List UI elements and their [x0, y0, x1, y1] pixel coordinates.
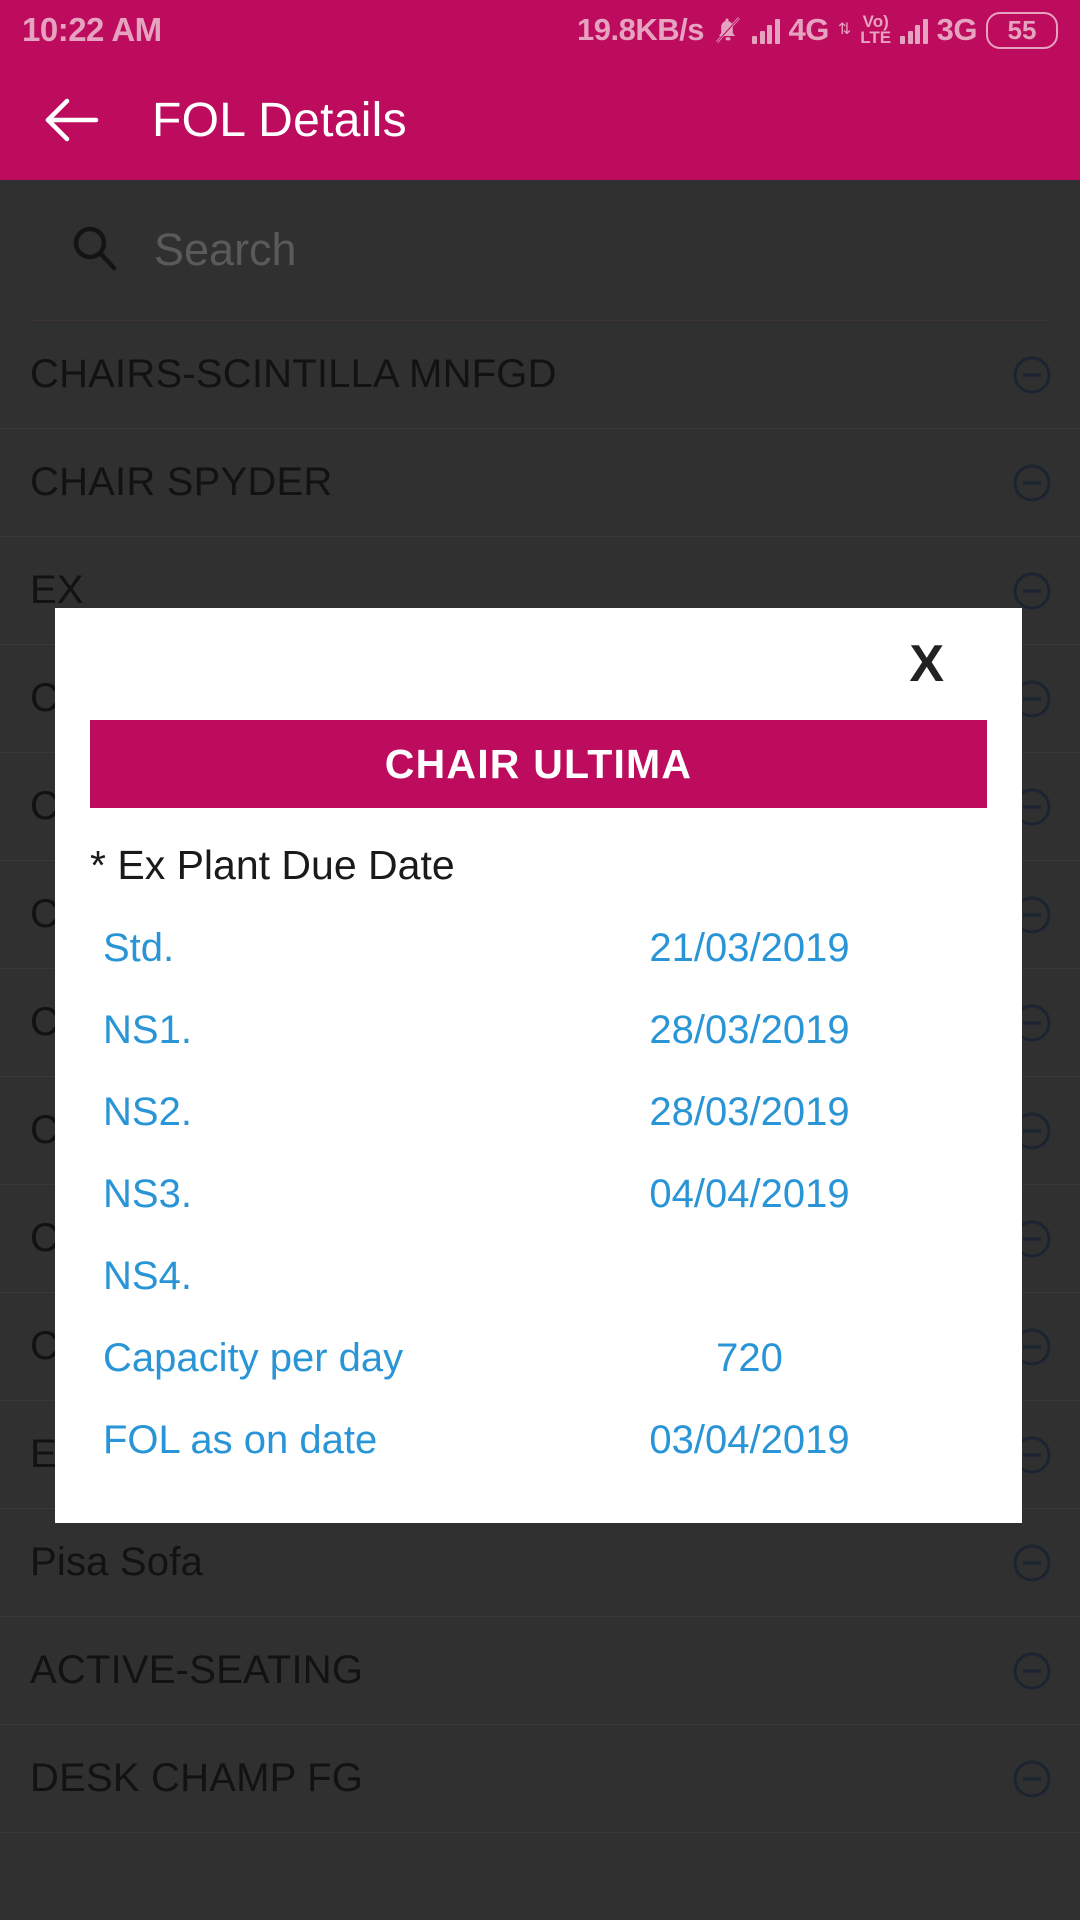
status-bar: 10:22 AM 19.8KB/s 4G ⇅ Vo) LTE 3G 55	[0, 0, 1080, 60]
data-row-value: 28/03/2019	[649, 1089, 850, 1134]
list-item-label: ACTIVE-SEATING	[30, 1648, 364, 1692]
list-item-label: EX	[30, 568, 84, 612]
signal-bars-icon	[752, 16, 780, 44]
minus-circle-icon[interactable]	[1012, 355, 1052, 395]
page-title: FOL Details	[152, 93, 407, 147]
minus-circle-icon[interactable]	[1012, 1543, 1052, 1583]
data-row-key: NS1.	[103, 1007, 192, 1052]
dialog-title-bar: CHAIR ULTIMA	[90, 720, 987, 808]
data-row-key: Capacity per day	[103, 1335, 404, 1380]
status-bar-icons: 19.8KB/s 4G ⇅ Vo) LTE 3G 55	[577, 11, 1058, 49]
volte-bottom-label: LTE	[860, 28, 892, 47]
data-row: NS2. 28/03/2019	[55, 1071, 1022, 1153]
fol-detail-dialog: X CHAIR ULTIMA * Ex Plant Due Date Std. …	[55, 608, 1022, 1523]
status-bar-clock: 10:22 AM	[22, 11, 162, 48]
back-button[interactable]	[44, 92, 100, 148]
data-row-value: 04/04/2019	[649, 1171, 850, 1216]
minus-circle-icon[interactable]	[1012, 1759, 1052, 1799]
data-row: Std. 21/03/2019	[55, 907, 1022, 989]
signal-bars-icon-2	[900, 16, 928, 44]
search-input[interactable]: Search	[154, 224, 1050, 276]
list-item-label: CHAIRS-SCINTILLA MNFGD	[30, 352, 557, 396]
data-row-key: NS2.	[103, 1089, 192, 1134]
arrow-left-icon	[45, 98, 99, 142]
data-row-key: NS3.	[103, 1171, 192, 1216]
data-row: NS1. 28/03/2019	[55, 989, 1022, 1071]
list-item[interactable]: ACTIVE-SEATING	[0, 1617, 1080, 1725]
list-item-label: Pisa Sofa	[30, 1540, 204, 1584]
list-item-label: DESK CHAMP FG	[30, 1756, 364, 1800]
dialog-section-label: * Ex Plant Due Date	[90, 842, 455, 888]
volte-icon: Vo) LTE	[860, 14, 892, 47]
list-item[interactable]: CHAIR SPYDER	[0, 429, 1080, 537]
data-row: Capacity per day 720	[55, 1317, 1022, 1399]
data-row-value: 03/04/2019	[649, 1417, 850, 1462]
data-row-key: FOL as on date	[103, 1417, 378, 1462]
sim2-network-label: 3G	[936, 12, 978, 47]
app-bar: FOL Details	[0, 60, 1080, 180]
list-item[interactable]: CHAIRS-SCINTILLA MNFGD	[0, 321, 1080, 429]
data-row: FOL as on date 03/04/2019	[55, 1399, 1022, 1481]
dialog-title: CHAIR ULTIMA	[384, 740, 693, 787]
data-row-value: 720	[716, 1335, 783, 1380]
close-icon[interactable]: X	[909, 638, 944, 690]
data-row-key: Std.	[103, 925, 175, 970]
dialog-top-bar: X	[55, 608, 1022, 720]
list-item[interactable]: DESK CHAMP FG	[0, 1725, 1080, 1833]
dialog-data-rows: Std. 21/03/2019 NS1. 28/03/2019 NS2. 28/…	[55, 907, 1022, 1481]
data-row: NS3. 04/04/2019	[55, 1153, 1022, 1235]
network-speed-label: 19.8KB/s	[577, 12, 705, 47]
list-item[interactable]: Pisa Sofa	[0, 1509, 1080, 1617]
list-item-label: CHAIR SPYDER	[30, 460, 333, 504]
search-bar[interactable]: Search	[0, 180, 1080, 320]
phone-screen: 10:22 AM 19.8KB/s 4G ⇅ Vo) LTE 3G 55 FOL…	[0, 0, 1080, 1920]
search-icon	[68, 222, 120, 279]
battery-indicator: 55	[986, 11, 1058, 49]
sim1-network-label: 4G	[788, 12, 830, 47]
data-row-key: NS4.	[103, 1253, 192, 1298]
up-down-arrows-icon: ⇅	[837, 21, 852, 38]
minus-circle-icon[interactable]	[1012, 1651, 1052, 1691]
bell-mute-icon	[713, 14, 743, 46]
data-row-value: 21/03/2019	[649, 925, 850, 970]
minus-circle-icon[interactable]	[1012, 463, 1052, 503]
minus-circle-icon[interactable]	[1012, 571, 1052, 611]
data-row-value: 28/03/2019	[649, 1007, 850, 1052]
data-row: NS4.	[55, 1235, 1022, 1317]
